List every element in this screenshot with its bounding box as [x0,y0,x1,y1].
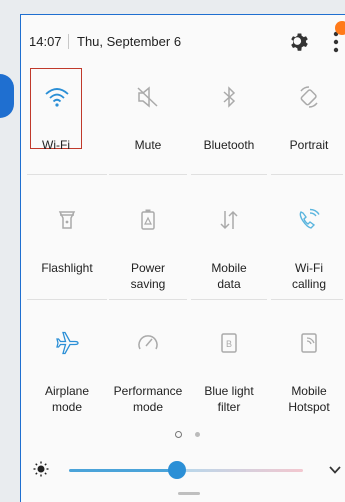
tile-flashlight[interactable]: Flashlight [27,200,107,310]
divider [191,174,267,175]
tile-label: Wi-Fi [42,138,70,152]
hotspot-icon [301,333,317,353]
tile-label: Blue light filter [204,384,254,414]
tile-label: Bluetooth [203,138,255,152]
gear-icon[interactable] [287,30,311,54]
tile-label: Performance mode [113,384,183,414]
brightness-track-filled[interactable] [69,469,177,472]
tile-mobile-hotspot[interactable]: Mobile Hotspot [269,323,345,433]
tile-mute[interactable]: Mute [108,77,188,187]
flashlight-icon [58,211,76,229]
page-dot-current[interactable] [175,431,182,438]
notification-dot [335,21,345,35]
tile-performance-mode[interactable]: Performance mode [108,323,188,433]
tile-label: Mobile data [211,261,247,291]
wifi-calling-icon [299,208,320,229]
bluetooth-icon [223,86,236,108]
chevron-down-icon[interactable] [327,463,343,477]
mute-icon [137,86,158,108]
wifi-icon [45,88,69,107]
status-bar: 14:07 Thu, September 6 [21,15,345,67]
tile-wifi[interactable]: Wi-Fi [29,68,109,187]
tile-mobile-data[interactable]: Mobile data [189,200,269,310]
tile-power-saving[interactable]: Power saving [108,200,188,310]
divider [27,174,107,175]
tile-label: Mobile Hotspot [288,384,330,414]
svg-text:B: B [226,339,232,349]
gauge-icon [138,335,158,350]
tile-label: Flashlight [41,261,93,275]
tile-label: Power saving [130,261,166,291]
clock: 14:07 [29,34,62,49]
tile-bluetooth[interactable]: Bluetooth [189,77,269,187]
tile-label: Airplane mode [44,384,90,414]
brightness-slider-thumb[interactable] [167,461,186,479]
tile-wifi-calling[interactable]: Wi-Fi calling [269,200,345,310]
page-dot[interactable] [195,432,200,437]
date: Thu, September 6 [77,34,182,49]
divider [271,174,343,175]
divider [68,34,69,49]
brightness-icon [33,461,49,477]
rotation-icon [300,86,318,108]
tile-airplane-mode[interactable]: Airplane mode [27,323,107,433]
brightness-control [21,455,345,485]
tile-label: Mute [134,138,162,152]
data-arrows-icon [220,210,238,230]
page-indicator [171,430,211,440]
divider [27,299,107,300]
divider [109,299,187,300]
tile-label: Wi-Fi calling [291,261,327,291]
step-badge [0,74,14,118]
quick-settings-panel: 14:07 Thu, September 6 Wi-Fi Mute Blueto… [20,14,345,502]
tile-blue-light-filter[interactable]: B Blue light filter [189,323,269,433]
blue-light-icon: B [221,333,237,353]
drag-handle[interactable] [178,492,200,495]
divider [191,299,267,300]
divider [271,299,343,300]
tile-portrait[interactable]: Portrait [269,77,345,187]
battery-icon [141,209,155,230]
airplane-icon [56,331,79,355]
tile-label: Portrait [289,138,329,152]
brightness-track-empty[interactable] [176,469,303,472]
divider [109,174,187,175]
